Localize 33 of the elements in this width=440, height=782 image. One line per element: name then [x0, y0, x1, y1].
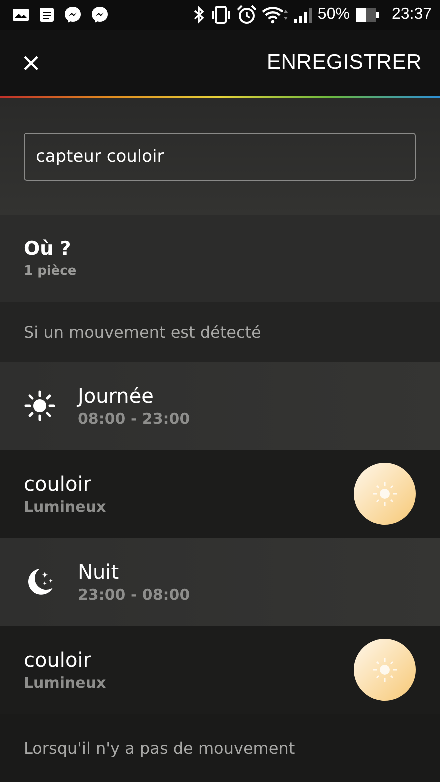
- period-hours: 08:00 - 23:00: [78, 410, 190, 428]
- battery-icon: [354, 7, 381, 23]
- vibrate-icon: [210, 6, 232, 24]
- brightness-swatch-icon[interactable]: [354, 639, 416, 701]
- period-hours: 23:00 - 08:00: [78, 586, 190, 604]
- room-title: Où ?: [24, 238, 72, 260]
- wifi-icon: [262, 6, 288, 24]
- room-selector[interactable]: Où ? 1 pièce: [0, 215, 440, 302]
- light-scene: Lumineux: [24, 498, 106, 516]
- time-period-row[interactable]: Journée 08:00 - 23:00: [0, 362, 440, 450]
- battery-percent: 50%: [318, 6, 350, 24]
- news-icon: [39, 7, 55, 23]
- photo-icon: [12, 8, 30, 22]
- period-title: Nuit: [78, 560, 120, 584]
- light-name: couloir: [24, 472, 92, 496]
- bluetooth-icon: [192, 6, 205, 24]
- section-header: Si un mouvement est détecté: [24, 322, 262, 342]
- time-period-row[interactable]: Nuit 23:00 - 08:00: [0, 538, 440, 626]
- light-name: couloir: [24, 648, 92, 672]
- messenger-icon: [64, 6, 82, 24]
- brightness-swatch-icon[interactable]: [354, 463, 416, 525]
- name-field[interactable]: capteur couloir: [24, 132, 416, 180]
- alarm-icon: [236, 5, 257, 25]
- sun-icon: [24, 390, 56, 422]
- light-scene: Lumineux: [24, 674, 106, 692]
- room-count: 1 pièce: [24, 264, 78, 279]
- period-title: Journée: [78, 384, 155, 408]
- messenger-icon: [91, 6, 109, 24]
- save-button[interactable]: ENREGISTRER: [263, 47, 426, 79]
- signal-icon: [292, 7, 313, 23]
- close-button[interactable]: ×: [18, 43, 45, 83]
- clock: 23:37: [392, 6, 432, 24]
- section-header: Lorsqu'il n'y a pas de mouvement: [24, 738, 296, 758]
